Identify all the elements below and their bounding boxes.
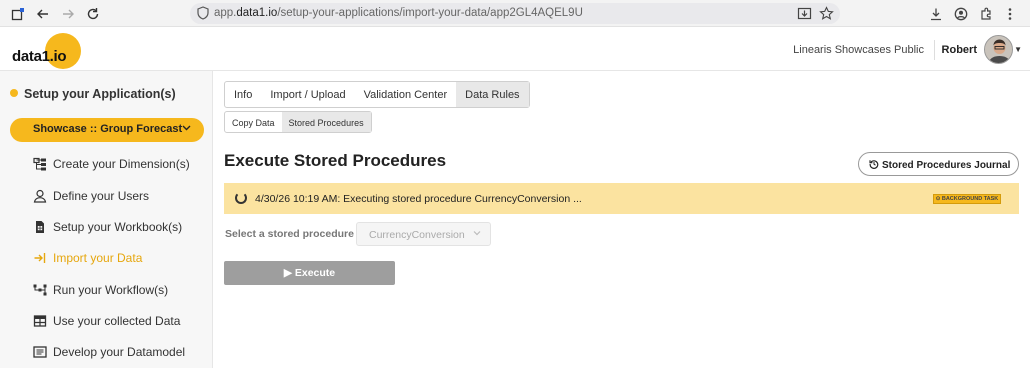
sidebar-item-label: Run your Workflow(s) bbox=[53, 283, 169, 297]
sidebar-item-import-data[interactable]: Import your Data bbox=[33, 248, 142, 268]
user-name[interactable]: Robert bbox=[942, 44, 977, 56]
sidebar-item-label: Import your Data bbox=[53, 251, 143, 265]
sidebar-item-workflows[interactable]: Run your Workflow(s) bbox=[33, 280, 168, 300]
tab-info[interactable]: Info bbox=[225, 82, 261, 107]
datamodel-icon bbox=[33, 345, 47, 359]
play-icon: ▶ bbox=[283, 267, 295, 279]
tab-import-upload[interactable]: Import / Upload bbox=[261, 82, 354, 107]
sidebar-item-dimensions[interactable]: Create your Dimension(s) bbox=[33, 154, 190, 174]
journal-button-label: Stored Procedures Journal bbox=[882, 160, 1011, 171]
sidebar-item-label: Use your collected Data bbox=[53, 314, 181, 328]
bookmark-star-icon[interactable] bbox=[819, 6, 834, 21]
showcase-label: Showcase :: Group Forecast bbox=[33, 123, 183, 135]
logo-text: data1.io bbox=[12, 48, 67, 65]
sidebar-item-label: Setup your Workbook(s) bbox=[53, 220, 183, 234]
sidebar-item-users[interactable]: Define your Users bbox=[33, 186, 149, 206]
status-message: 4/30/26 10:19 AM: Executing stored proce… bbox=[255, 193, 582, 205]
sidebar-item-label: Create your Dimension(s) bbox=[53, 157, 190, 171]
sidebar-title-text: Setup your Application(s) bbox=[24, 87, 176, 101]
user-icon bbox=[33, 189, 47, 203]
sidebar-title: Setup your Application(s) bbox=[10, 87, 176, 101]
sidebar-item-label: Define your Users bbox=[53, 189, 150, 203]
chevron-down-icon bbox=[472, 228, 482, 241]
execute-button-label: Execute bbox=[294, 267, 336, 279]
workbook-icon bbox=[33, 220, 47, 234]
app-header: data1.io Linearis Showcases Public Rober… bbox=[0, 28, 1030, 71]
chevron-down-icon bbox=[181, 122, 192, 136]
subtab-copy-data[interactable]: Copy Data bbox=[225, 112, 282, 132]
subtab-stored-procedures[interactable]: Stored Procedures bbox=[281, 112, 371, 132]
showcase-selector[interactable]: Showcase :: Group Forecast bbox=[10, 118, 204, 142]
install-app-icon[interactable] bbox=[797, 6, 812, 21]
sub-tabs: Copy Data Stored Procedures bbox=[224, 111, 372, 133]
workflow-icon bbox=[33, 283, 47, 297]
sidebar-item-workbooks[interactable]: Setup your Workbook(s) bbox=[33, 217, 182, 237]
execute-button[interactable]: ▶ Execute bbox=[224, 261, 395, 285]
import-icon bbox=[33, 251, 47, 265]
status-banner: 4/30/26 10:19 AM: Executing stored proce… bbox=[224, 183, 1019, 214]
menu-dots-icon[interactable] bbox=[1000, 4, 1020, 24]
sidebar-item-datamodel[interactable]: Develop your Datamodel bbox=[33, 342, 185, 362]
bullet-dot bbox=[10, 89, 18, 97]
history-icon bbox=[869, 159, 879, 171]
account-icon[interactable] bbox=[951, 4, 971, 24]
avatar[interactable] bbox=[984, 35, 1013, 64]
table-icon bbox=[33, 314, 47, 328]
stored-procedure-select[interactable]: CurrencyConversion bbox=[356, 222, 491, 246]
tab-validation-center[interactable]: Validation Center bbox=[355, 82, 457, 107]
url-path: /setup-your-applications/import-your-dat… bbox=[277, 7, 583, 19]
sidebar-item-collected-data[interactable]: Use your collected Data bbox=[33, 311, 180, 331]
hierarchy-icon bbox=[33, 157, 47, 171]
page-title: Execute Stored Procedures bbox=[224, 151, 447, 170]
extensions-icon[interactable] bbox=[976, 4, 996, 24]
stored-procedures-journal-button[interactable]: Stored Procedures Journal bbox=[858, 152, 1019, 176]
browser-toolbar: app.data1.io/setup-your-applications/imp… bbox=[0, 0, 1030, 27]
badge-label: BACKGROUND TASK bbox=[941, 196, 999, 202]
download-icon[interactable] bbox=[926, 4, 946, 24]
spinner-icon bbox=[235, 192, 247, 204]
url-text: app.data1.io/setup-your-applications/imp… bbox=[214, 7, 583, 19]
sidebar: Setup your Application(s) Showcase :: Gr… bbox=[0, 71, 213, 368]
forward-icon[interactable] bbox=[58, 4, 78, 24]
tenant-name[interactable]: Linearis Showcases Public bbox=[793, 44, 924, 56]
user-menu-chevron-icon[interactable]: ▼ bbox=[1014, 45, 1022, 54]
site-info-icon[interactable] bbox=[196, 6, 210, 20]
stored-procedure-label: Select a stored procedure bbox=[225, 228, 354, 240]
address-bar[interactable]: app.data1.io/setup-your-applications/imp… bbox=[190, 3, 840, 24]
header-divider bbox=[934, 40, 935, 60]
back-icon[interactable] bbox=[33, 4, 53, 24]
sidebar-item-label: Develop your Datamodel bbox=[53, 345, 186, 359]
tab-icon[interactable] bbox=[8, 4, 28, 24]
url-domain: data1.io bbox=[236, 7, 278, 19]
url-prefix: app. bbox=[214, 7, 237, 19]
reload-icon[interactable] bbox=[83, 4, 103, 24]
main-tabs: Info Import / Upload Validation Center D… bbox=[224, 81, 530, 108]
tab-data-rules[interactable]: Data Rules bbox=[456, 82, 529, 107]
background-task-badge: ⊙ BACKGROUND TASK bbox=[933, 194, 1001, 204]
logo[interactable]: data1.io bbox=[12, 32, 82, 69]
stored-procedure-value: CurrencyConversion bbox=[369, 229, 465, 241]
